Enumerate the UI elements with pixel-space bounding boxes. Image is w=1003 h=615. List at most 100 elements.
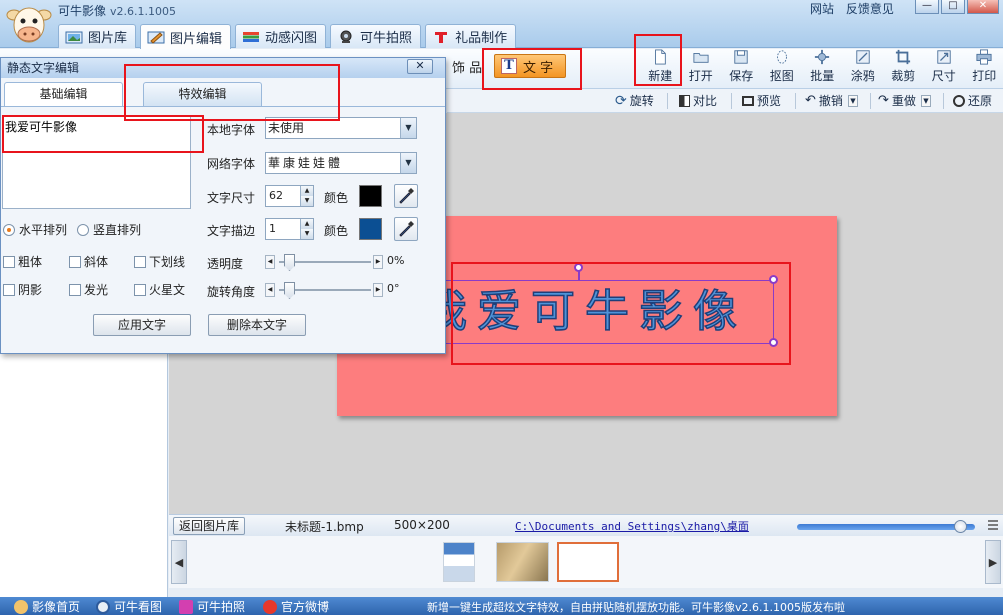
underline-checkbox[interactable]: 下划线 [134, 253, 185, 270]
dialog-tabs: 基础编辑 特效编辑 [4, 82, 262, 106]
slider-thumb[interactable] [284, 254, 295, 271]
spin-down-icon[interactable]: ▼ [300, 196, 313, 206]
stroke-label: 文字描边 [207, 224, 256, 238]
spin-up-icon[interactable]: ▲ [300, 219, 313, 229]
text-tool-button[interactable]: T 文 字 [494, 54, 566, 78]
save-button[interactable]: 保存 [721, 49, 762, 87]
tab-basic-edit[interactable]: 基础编辑 [4, 82, 123, 106]
thumbnail-2[interactable] [496, 542, 549, 582]
minimize-button[interactable]: — [915, 0, 939, 14]
shadow-checkbox[interactable]: 阴影 [3, 281, 42, 298]
camera-link[interactable]: 可牛拍照 [179, 598, 245, 615]
text-selection-box[interactable] [431, 280, 774, 344]
rotate-icon: ⟳ [615, 92, 627, 109]
text-color-picker-button[interactable] [394, 184, 418, 208]
rotation-slider[interactable]: ◀ ▶ 0° [265, 282, 400, 299]
zoom-slider[interactable] [797, 520, 975, 533]
slider-right-icon[interactable]: ▶ [373, 283, 383, 297]
tab-image-edit[interactable]: 图片编辑 [140, 24, 232, 49]
tab-label: 图片库 [88, 31, 128, 46]
web-font-select[interactable]: 華康娃娃體 ▼ [265, 152, 417, 174]
italic-checkbox[interactable]: 斜体 [69, 253, 108, 270]
zoom-slider-knob[interactable] [953, 520, 967, 533]
weibo-link[interactable]: 官方微博 [263, 598, 329, 615]
resize-button[interactable]: 尺寸 [924, 49, 965, 87]
stroke-color-swatch[interactable] [359, 218, 382, 240]
text-color-swatch[interactable] [359, 185, 382, 207]
checkbox-box [134, 283, 146, 296]
open-button[interactable]: 打开 [681, 49, 722, 87]
doodle-button[interactable]: 涂鸦 [843, 49, 884, 87]
news-ticker[interactable]: 新增一键生成超炫文字特效，自由拼贴随机摆放功能。可牛影像v2.6.1.1005版… [427, 599, 845, 615]
delete-text-button[interactable]: 删除本文字 [208, 314, 306, 336]
spin-up-icon[interactable]: ▲ [300, 186, 313, 196]
chevron-down-icon[interactable]: ▼ [400, 153, 416, 173]
opacity-slider[interactable]: ◀ ▶ 0% [265, 254, 404, 271]
tab-animation[interactable]: 动感闪图 [235, 24, 327, 48]
decoration-tab[interactable]: 饰 品 [452, 57, 482, 76]
tool-buttons: 新建 打开 保存 抠图 批量 涂鸦 裁剪 尺寸 打印 [640, 49, 1003, 87]
compare-button[interactable]: 对比 [679, 92, 717, 109]
tab-effect-edit[interactable]: 特效编辑 [143, 82, 262, 106]
bold-checkbox[interactable]: 粗体 [3, 253, 42, 270]
web-font-value: 華康娃娃體 [268, 156, 344, 170]
bottom-bar: 影像首页 可牛看图 可牛拍照 官方微博 新增一键生成超炫文字特效，自由拼贴随机摆… [0, 597, 1003, 615]
text-input[interactable]: 我爱可牛影像 [2, 115, 191, 209]
horizontal-label: 水平排列 [19, 223, 68, 237]
undo-button[interactable]: ↶ 撤销 ▼ [805, 92, 858, 109]
undo-label: 撤销 [818, 94, 843, 108]
martian-text-checkbox[interactable]: 火星文 [134, 281, 185, 298]
slider-thumb[interactable] [284, 282, 295, 299]
batch-button[interactable]: 批量 [802, 49, 843, 87]
radio-dot [77, 223, 89, 236]
glow-checkbox[interactable]: 发光 [69, 281, 108, 298]
redo-button[interactable]: ↷ 重做 ▼ [878, 92, 931, 109]
tab-webcam[interactable]: 可牛拍照 [330, 24, 422, 48]
chevron-down-icon[interactable]: ▼ [400, 118, 416, 138]
local-font-select[interactable]: 未使用 ▼ [265, 117, 417, 139]
resize-handle-bottom-right[interactable] [769, 338, 778, 347]
maximize-button[interactable]: □ [941, 0, 965, 14]
new-button[interactable]: 新建 [640, 49, 681, 87]
vertical-radio[interactable]: 竖直排列 [77, 221, 141, 238]
website-link[interactable]: 网站 [810, 2, 834, 16]
slider-right-icon[interactable]: ▶ [373, 255, 383, 269]
restore-button[interactable]: 还原 [953, 92, 992, 109]
undo-dropdown-icon[interactable]: ▼ [847, 94, 858, 107]
filmstrip-prev-button[interactable]: ◀ [171, 540, 187, 584]
text-size-stepper[interactable]: 62 ▲ ▼ [265, 185, 314, 207]
martian-text-label: 火星文 [149, 283, 186, 297]
file-path-link[interactable]: C:\Documents and Settings\zhang\桌面 [515, 518, 749, 534]
dialog-close-button[interactable]: ✕ [407, 59, 433, 74]
resize-handle-top-right[interactable] [769, 275, 778, 284]
tab-photo-library[interactable]: 图片库 [58, 24, 137, 48]
stroke-stepper[interactable]: 1 ▲ ▼ [265, 218, 314, 240]
close-button[interactable]: ✕ [967, 0, 999, 14]
print-button[interactable]: 打印 [964, 49, 1003, 87]
home-link[interactable]: 影像首页 [14, 598, 80, 615]
thumbnail-current[interactable] [557, 542, 619, 582]
italic-label: 斜体 [84, 255, 109, 269]
thumbnail-1[interactable] [443, 542, 475, 582]
apply-text-button[interactable]: 应用文字 [93, 314, 191, 336]
eyedropper-icon [399, 188, 414, 204]
viewer-link[interactable]: 可牛看图 [96, 598, 162, 615]
stroke-color-picker-button[interactable] [394, 217, 418, 241]
slider-left-icon[interactable]: ◀ [265, 283, 275, 297]
tab-gift[interactable]: 礼品制作 [425, 24, 517, 48]
crop-button[interactable]: 裁剪 [883, 49, 924, 87]
image-edit-icon [147, 31, 165, 44]
cutout-button[interactable]: 抠图 [762, 49, 803, 87]
gift-icon [435, 31, 448, 43]
horizontal-radio[interactable]: 水平排列 [3, 221, 67, 238]
back-to-library-button[interactable]: 返回图片库 [173, 517, 246, 535]
preview-button[interactable]: 预览 [742, 92, 781, 109]
feedback-link[interactable]: 反馈意见 [846, 2, 894, 16]
spin-down-icon[interactable]: ▼ [300, 229, 313, 239]
dialog-title-bar[interactable]: 静态文字编辑 ✕ [1, 58, 445, 78]
menu-icon[interactable] [987, 519, 999, 531]
rotate-button[interactable]: ⟳ 旋转 [615, 92, 654, 109]
redo-dropdown-icon[interactable]: ▼ [920, 94, 931, 107]
filmstrip-next-button[interactable]: ▶ [985, 540, 1001, 584]
slider-left-icon[interactable]: ◀ [265, 255, 275, 269]
